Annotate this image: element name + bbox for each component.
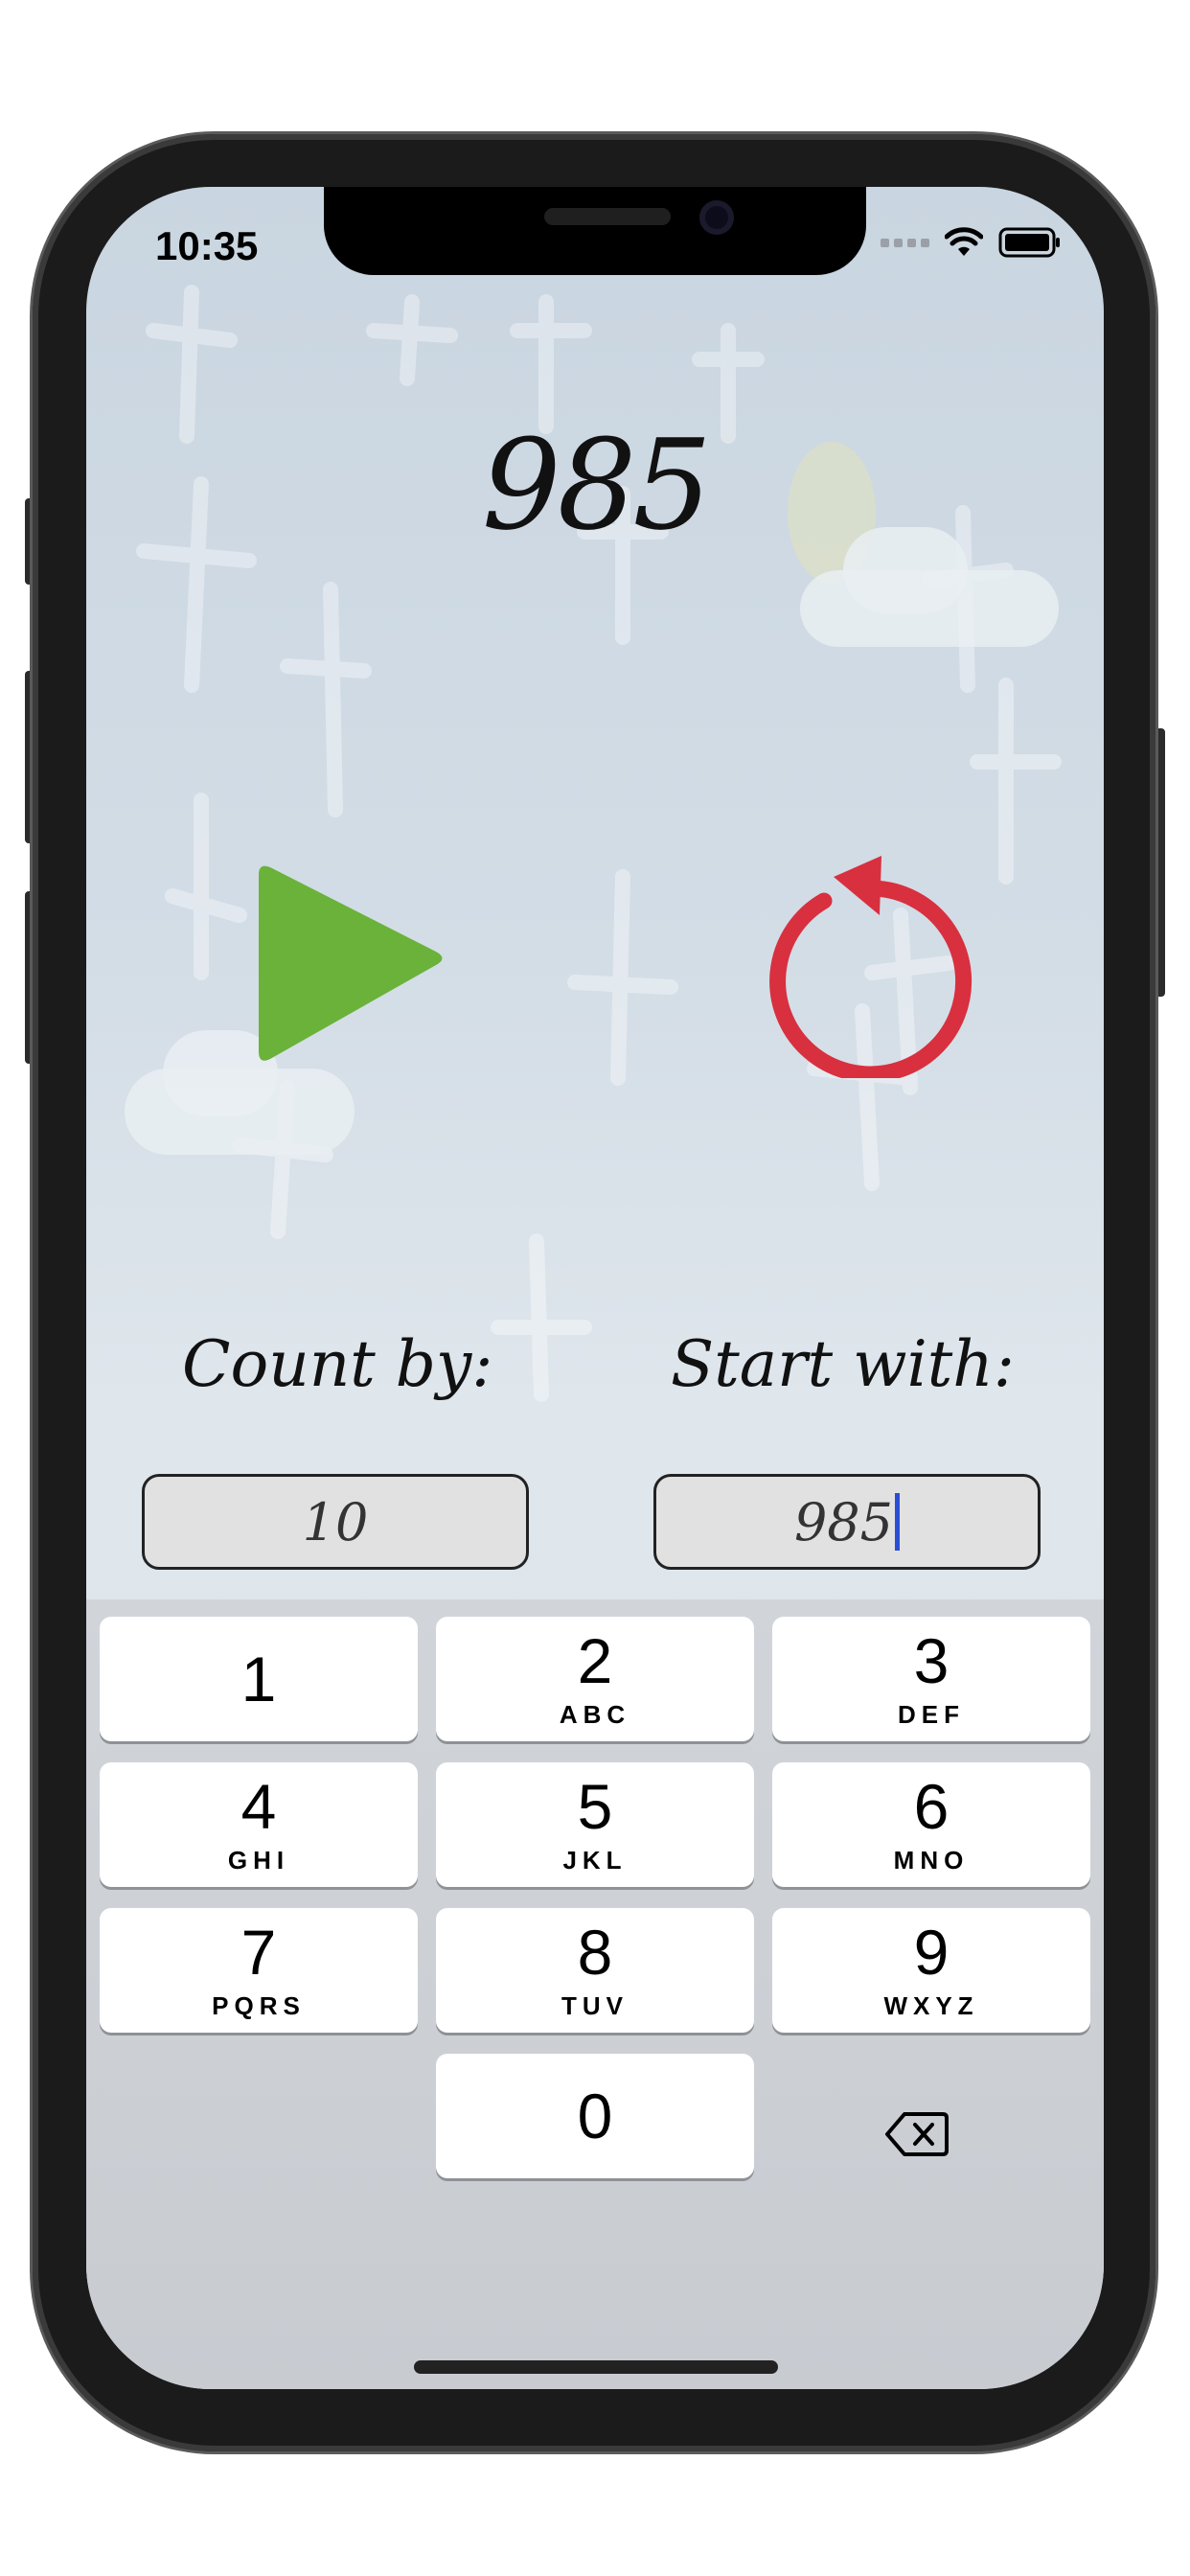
key-7[interactable]: 7 PQRS xyxy=(100,1908,418,2033)
text-cursor xyxy=(895,1493,901,1551)
play-icon[interactable] xyxy=(240,858,450,1069)
key-6[interactable]: 6 MNO xyxy=(772,1762,1090,1887)
backspace-icon[interactable] xyxy=(883,2110,950,2158)
key-2[interactable]: 2 ABC xyxy=(436,1617,754,1741)
notch xyxy=(324,187,866,275)
key-0[interactable]: 0 xyxy=(436,2054,754,2178)
start-with-input[interactable]: 985 xyxy=(653,1474,1041,1570)
cellular-signal-icon xyxy=(881,238,929,247)
key-1[interactable]: 1 xyxy=(100,1617,418,1741)
key-5[interactable]: 5 JKL xyxy=(436,1762,754,1887)
front-camera xyxy=(699,200,734,235)
count-by-input[interactable]: 10 xyxy=(142,1474,529,1570)
earpiece-speaker xyxy=(544,208,671,225)
wifi-icon xyxy=(945,227,983,256)
status-icons xyxy=(881,227,1062,258)
key-9[interactable]: 9 WXYZ xyxy=(772,1908,1090,2033)
counter-display: 985 xyxy=(481,412,712,558)
key-4[interactable]: 4 GHI xyxy=(100,1762,418,1887)
numeric-keypad: 1 2 ABC 3 DEF 4 GHI 5 JKL 6 MNO 7 PQRS 8 TUV 9W… xyxy=(86,1599,1104,2389)
app-screen: 10:35 985 Count by: Start with: 10 985 1… xyxy=(86,187,1104,2389)
key-3[interactable]: 3 DEF xyxy=(772,1617,1090,1741)
start-with-label: Start with: xyxy=(671,1327,1016,1401)
count-by-label: Count by: xyxy=(182,1327,493,1401)
reset-icon[interactable] xyxy=(747,848,977,1078)
home-indicator[interactable] xyxy=(414,2360,778,2374)
start-with-value: 985 xyxy=(793,1491,894,1552)
key-8[interactable]: 8 TUV xyxy=(436,1908,754,2033)
status-time: 10:35 xyxy=(155,223,259,268)
power-button xyxy=(1156,728,1165,997)
count-by-value: 10 xyxy=(302,1491,369,1552)
background-sketch xyxy=(136,285,1062,1402)
battery-icon xyxy=(998,227,1060,258)
